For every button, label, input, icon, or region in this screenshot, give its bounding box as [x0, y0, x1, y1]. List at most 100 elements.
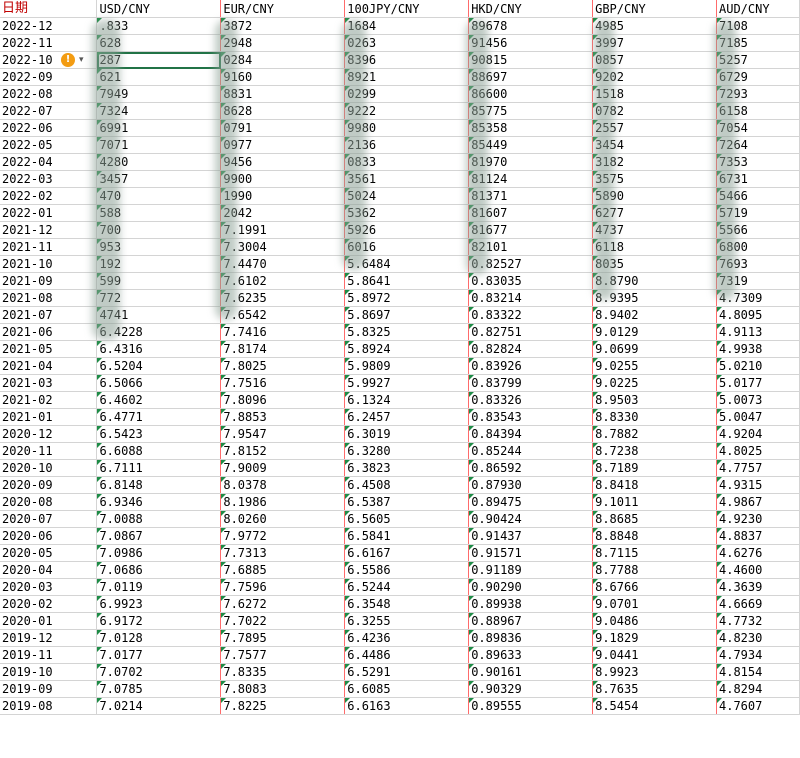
cell-gbp[interactable]: 8.9503 [592, 391, 717, 409]
cell-hkd[interactable]: 90815 [468, 51, 594, 69]
cell-gbp[interactable]: 8.8685 [592, 510, 717, 528]
cell-date[interactable]: 2021-07 [0, 306, 98, 324]
cell-eur[interactable]: 2948 [220, 34, 346, 52]
cell-jpy[interactable]: 5024 [344, 187, 470, 205]
warning-icon[interactable]: ! [61, 53, 75, 67]
cell-gbp[interactable]: 8.8330 [592, 408, 717, 426]
cell-jpy[interactable]: 6.5244 [344, 578, 470, 596]
cell-usd[interactable]: 7.0686 [96, 561, 222, 579]
cell-eur[interactable]: 8.0378 [220, 476, 346, 494]
cell-aud[interactable]: 7054 [716, 119, 800, 137]
cell-hkd[interactable]: 0.83543 [468, 408, 594, 426]
cell-eur[interactable]: 7.8152 [220, 442, 346, 460]
cell-usd[interactable]: 6.9923 [96, 595, 222, 613]
cell-aud[interactable]: 4.8294 [716, 680, 800, 698]
cell-hkd[interactable]: 0.91189 [468, 561, 594, 579]
cell-gbp[interactable]: 8.7189 [592, 459, 717, 477]
spreadsheet-grid[interactable]: 日期 USD/CNY EUR/CNY 100JPY/CNY HKD/CNY GB… [0, 0, 800, 715]
cell-date[interactable]: 2022-12 [0, 17, 98, 35]
cell-hkd[interactable]: 91456 [468, 34, 594, 52]
cell-aud[interactable]: 4.7607 [716, 697, 800, 715]
cell-gbp[interactable]: 9.0255 [592, 357, 717, 375]
cell-usd[interactable]: 7.0867 [96, 527, 222, 545]
cell-aud[interactable]: 4.7732 [716, 612, 800, 630]
cell-eur[interactable]: 3872 [220, 17, 346, 35]
cell-eur[interactable]: 0284 [220, 51, 346, 69]
cell-jpy[interactable]: 3561 [344, 170, 470, 188]
cell-hkd[interactable]: 85449 [468, 136, 594, 154]
cell-aud[interactable]: 4.6669 [716, 595, 800, 613]
cell-eur[interactable]: 7.8174 [220, 340, 346, 358]
cell-date[interactable]: 2022-11 [0, 34, 98, 52]
cell-aud[interactable]: 6731 [716, 170, 800, 188]
cell-hkd[interactable]: 0.88967 [468, 612, 594, 630]
cell-date[interactable]: 2019-10 [0, 663, 98, 681]
cell-hkd[interactable]: 0.90290 [468, 578, 594, 596]
cell-eur[interactable]: 7.7313 [220, 544, 346, 562]
cell-eur[interactable]: 7.9547 [220, 425, 346, 443]
cell-gbp[interactable]: 8.9395 [592, 289, 717, 307]
cell-gbp[interactable]: 9.0699 [592, 340, 717, 358]
cell-gbp[interactable]: 8035 [592, 255, 717, 273]
cell-eur[interactable]: 7.7516 [220, 374, 346, 392]
cell-eur[interactable]: 7.4470 [220, 255, 346, 273]
cell-hkd[interactable]: 86600 [468, 85, 594, 103]
cell-date[interactable]: 2020-03 [0, 578, 98, 596]
cell-date[interactable]: 2019-12 [0, 629, 98, 647]
cell-eur[interactable]: 8831 [220, 85, 346, 103]
cell-gbp[interactable]: 3454 [592, 136, 717, 154]
cell-date[interactable]: 2020-09 [0, 476, 98, 494]
cell-date[interactable]: 2021-05 [0, 340, 98, 358]
cell-date[interactable]: 2021-10 [0, 255, 98, 273]
cell-date[interactable]: 2021-02 [0, 391, 98, 409]
cell-jpy[interactable]: 2136 [344, 136, 470, 154]
cell-jpy[interactable]: 6.4236 [344, 629, 470, 647]
cell-hkd[interactable]: 0.90161 [468, 663, 594, 681]
cell-eur[interactable]: 7.1991 [220, 221, 346, 239]
cell-date[interactable]: 2019-11 [0, 646, 98, 664]
cell-date[interactable]: 2021-12 [0, 221, 98, 239]
cell-usd[interactable]: 6.4316 [96, 340, 222, 358]
cell-jpy[interactable]: 6.3823 [344, 459, 470, 477]
cell-gbp[interactable]: 0782 [592, 102, 717, 120]
cell-gbp[interactable]: 8.9402 [592, 306, 717, 324]
cell-date[interactable]: 2021-03 [0, 374, 98, 392]
cell-hkd[interactable]: 81124 [468, 170, 594, 188]
cell-aud[interactable]: 7353 [716, 153, 800, 171]
cell-eur[interactable]: 7.8083 [220, 680, 346, 698]
cell-jpy[interactable]: 6.4486 [344, 646, 470, 664]
cell-jpy[interactable]: 6.4508 [344, 476, 470, 494]
cell-date[interactable]: 2022-04 [0, 153, 98, 171]
cell-usd[interactable]: 7.0119 [96, 578, 222, 596]
cell-usd[interactable]: 599 [96, 272, 222, 290]
cell-aud[interactable]: 7319 [716, 272, 800, 290]
cell-gbp[interactable]: 8.7882 [592, 425, 717, 443]
cell-jpy[interactable]: 0299 [344, 85, 470, 103]
cell-gbp[interactable]: 3575 [592, 170, 717, 188]
cell-usd[interactable]: 6.4602 [96, 391, 222, 409]
cell-hkd[interactable]: 89678 [468, 17, 594, 35]
cell-jpy[interactable]: 9980 [344, 119, 470, 137]
cell-eur[interactable]: 7.6235 [220, 289, 346, 307]
cell-eur[interactable]: 7.6272 [220, 595, 346, 613]
cell-date[interactable]: 2021-04 [0, 357, 98, 375]
chevron-down-icon[interactable]: ▾ [79, 55, 84, 65]
cell-gbp[interactable]: 9.0441 [592, 646, 717, 664]
header-eur[interactable]: EUR/CNY [220, 0, 346, 18]
cell-date[interactable]: 2021-08 [0, 289, 98, 307]
cell-aud[interactable]: 4.7309 [716, 289, 800, 307]
cell-usd[interactable]: 6.7111 [96, 459, 222, 477]
cell-date[interactable]: 2022-09 [0, 68, 98, 86]
cell-aud[interactable]: 4.8837 [716, 527, 800, 545]
cell-jpy[interactable]: 5.9809 [344, 357, 470, 375]
header-usd[interactable]: USD/CNY [96, 0, 222, 18]
cell-aud[interactable]: 4.4600 [716, 561, 800, 579]
cell-eur[interactable]: 7.8225 [220, 697, 346, 715]
cell-aud[interactable]: 4.6276 [716, 544, 800, 562]
cell-usd[interactable]: 6.8148 [96, 476, 222, 494]
cell-gbp[interactable]: 9.0701 [592, 595, 717, 613]
cell-jpy[interactable]: 8396 [344, 51, 470, 69]
cell-aud[interactable]: 4.8154 [716, 663, 800, 681]
cell-gbp[interactable]: 8.7115 [592, 544, 717, 562]
cell-gbp[interactable]: 9.0225 [592, 374, 717, 392]
